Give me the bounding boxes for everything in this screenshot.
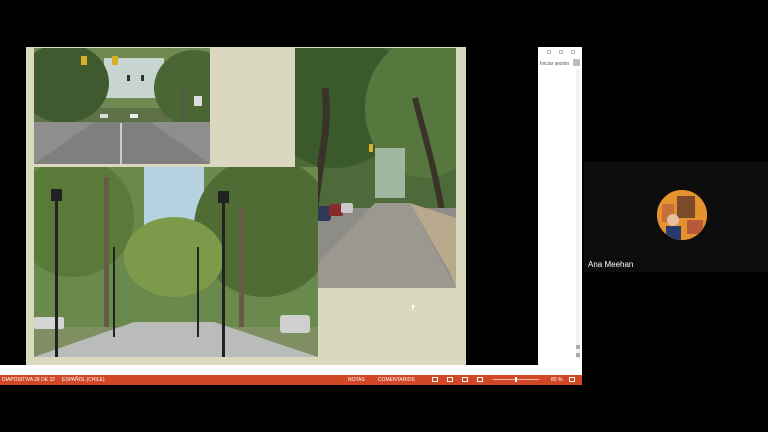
zoom-level[interactable]: 80 % <box>551 377 562 383</box>
slide-photo-tree-canopy-street <box>295 48 456 288</box>
participant-avatar <box>657 190 707 240</box>
slide-photo-avenue-traffic-lights <box>34 48 210 164</box>
close-icon[interactable] <box>571 50 575 54</box>
powerpoint-side-pane: Iniciar sesión <box>538 47 582 365</box>
fit-to-window-icon[interactable] <box>569 377 575 382</box>
slide-photo-boulevard-lamp-posts <box>34 167 318 357</box>
screen-share: Iniciar sesión <box>0 47 582 385</box>
help-icon[interactable] <box>547 50 551 54</box>
sign-in-link[interactable]: Iniciar sesión <box>540 61 569 67</box>
reading-view-icon[interactable] <box>462 377 468 382</box>
powerpoint-status-bar: DIAPOSITIVA 28 DE 32 ESPAÑOL (CHILE) NOT… <box>0 375 582 385</box>
vertical-scrollbar[interactable] <box>576 69 580 359</box>
scroll-up-icon[interactable] <box>576 345 580 349</box>
zoom-slider-thumb[interactable] <box>515 377 517 382</box>
participant-name: Ana Meehan <box>588 260 634 269</box>
mouse-cursor <box>412 305 415 311</box>
slide-area-bottom <box>0 365 582 375</box>
language-indicator[interactable]: ESPAÑOL (CHILE) <box>62 377 105 383</box>
presentation-slide <box>26 47 466 365</box>
normal-view-icon[interactable] <box>432 377 438 382</box>
slide-counter: DIAPOSITIVA 28 DE 32 <box>2 377 55 383</box>
scroll-down-icon[interactable] <box>576 353 580 357</box>
slide-sorter-icon[interactable] <box>447 377 453 382</box>
slideshow-icon[interactable] <box>477 377 483 382</box>
account-icon[interactable] <box>573 59 580 66</box>
minimize-icon[interactable] <box>559 50 563 54</box>
comments-button[interactable]: COMENTARIOS <box>378 377 415 383</box>
notes-button[interactable]: NOTAS <box>348 377 365 383</box>
